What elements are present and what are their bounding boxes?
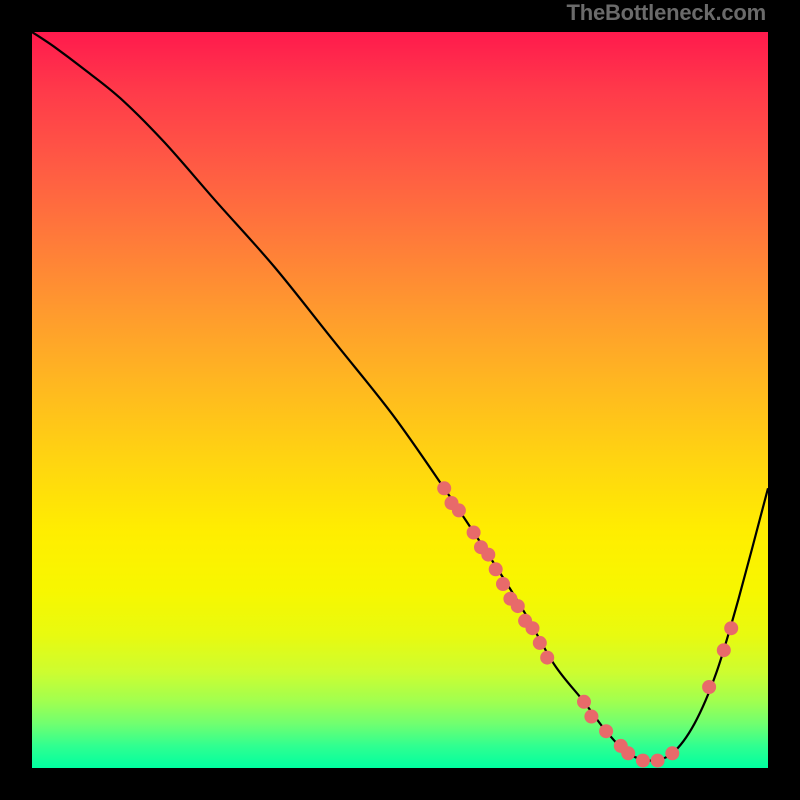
- marker-dot: [702, 680, 716, 694]
- marker-dot: [599, 724, 613, 738]
- marker-dot: [533, 636, 547, 650]
- marker-dot: [621, 746, 635, 760]
- marker-dot: [584, 710, 598, 724]
- marker-dot: [526, 621, 540, 635]
- curve-svg: [32, 32, 768, 768]
- chart-container: TheBottleneck.com: [0, 0, 800, 800]
- marker-dot: [511, 599, 525, 613]
- marker-dot: [496, 577, 510, 591]
- marker-dot: [724, 621, 738, 635]
- marker-dot: [717, 643, 731, 657]
- marker-dot: [636, 754, 650, 768]
- marker-dot: [540, 651, 554, 665]
- marker-dot: [577, 695, 591, 709]
- marker-dot: [651, 754, 665, 768]
- marker-dot: [437, 481, 451, 495]
- marker-dot: [452, 503, 466, 517]
- marker-dot: [481, 548, 495, 562]
- bottleneck-curve: [32, 32, 768, 761]
- plot-area: [32, 32, 768, 768]
- watermark-text: TheBottleneck.com: [566, 0, 766, 26]
- marker-dot: [467, 526, 481, 540]
- marker-dot: [489, 562, 503, 576]
- marker-dot: [665, 746, 679, 760]
